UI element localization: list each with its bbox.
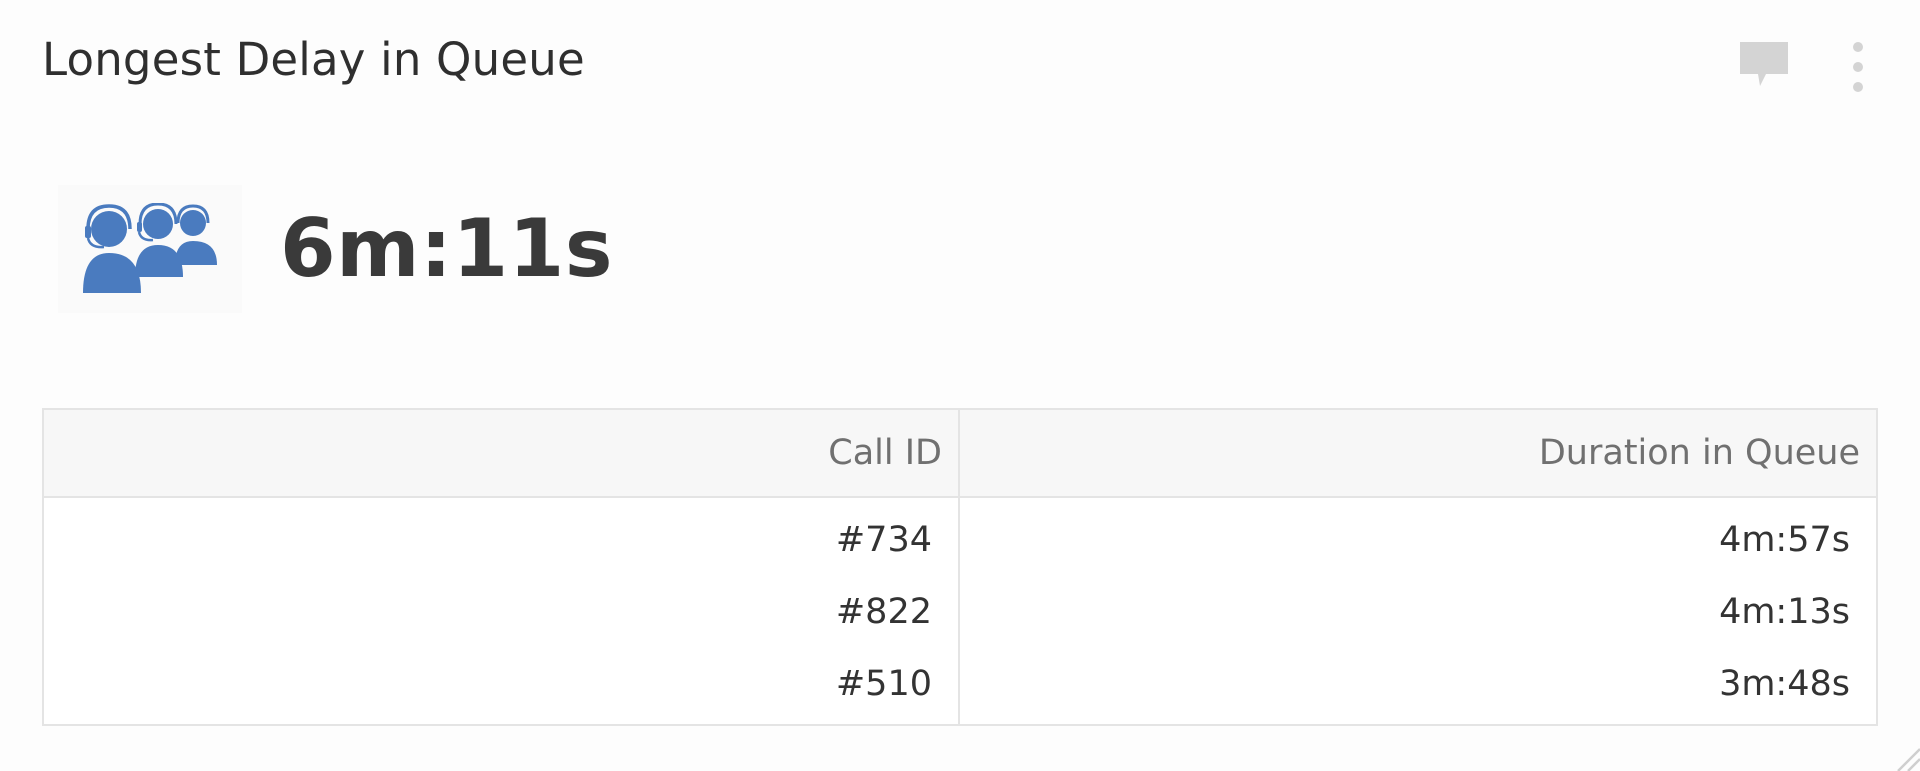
- table-header-row: Call ID Duration in Queue: [43, 409, 1877, 498]
- comment-button[interactable]: [1738, 38, 1794, 94]
- widget-title: Longest Delay in Queue: [42, 33, 585, 86]
- column-header-call-id[interactable]: Call ID: [43, 409, 960, 498]
- table-row: #734 4m:57s: [43, 497, 1877, 576]
- comment-icon: [1740, 42, 1788, 86]
- cell-duration: 4m:13s: [959, 576, 1877, 648]
- table-row: #822 4m:13s: [43, 576, 1877, 648]
- kpi-icon-box: [58, 185, 242, 313]
- cell-call-id: #734: [43, 497, 960, 576]
- cell-duration: 3m:48s: [959, 648, 1877, 725]
- cell-duration: 4m:57s: [959, 497, 1877, 576]
- column-header-duration[interactable]: Duration in Queue: [959, 409, 1877, 498]
- table-row: #510 3m:48s: [43, 648, 1877, 725]
- more-options-button[interactable]: [1840, 38, 1876, 98]
- call-queue-table: Call ID Duration in Queue #734 4m:57s #8…: [42, 408, 1878, 726]
- call-center-agents-icon: [83, 203, 217, 293]
- resize-handle-icon: [1897, 748, 1920, 771]
- kpi-value: 6m:11s: [280, 202, 613, 295]
- resize-handle[interactable]: [1890, 741, 1920, 771]
- kpi-section: 6m:11s: [58, 185, 613, 313]
- cell-call-id: #822: [43, 576, 960, 648]
- vertical-ellipsis-icon: [1853, 42, 1863, 92]
- cell-call-id: #510: [43, 648, 960, 725]
- widget-card: Longest Delay in Queue 6m:11s Call ID Du…: [0, 0, 1920, 771]
